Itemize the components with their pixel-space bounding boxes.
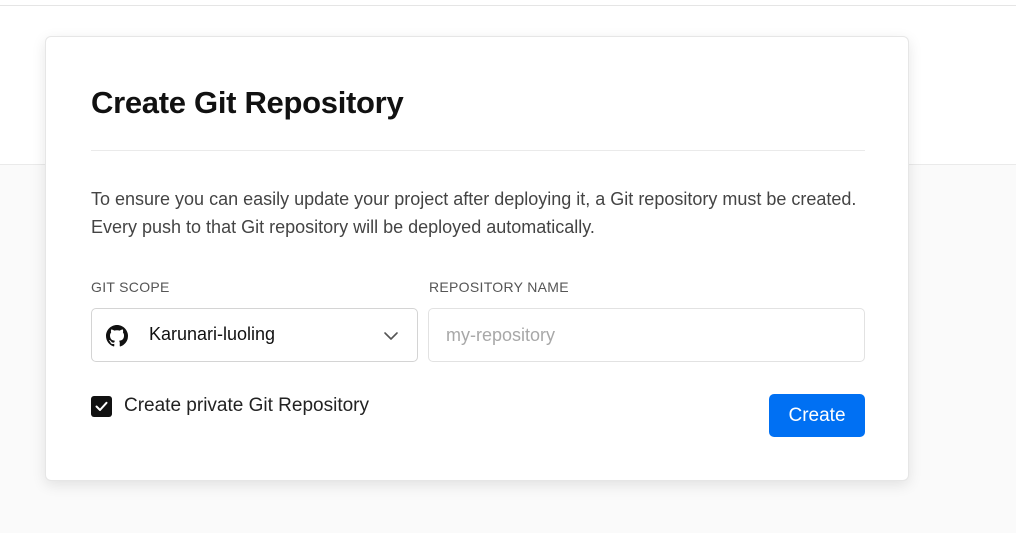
top-divider (0, 5, 1016, 6)
private-repository-checkbox[interactable] (91, 395, 112, 417)
private-repository-label: Create private Git Repository (124, 395, 369, 416)
dialog-title: Create Git Repository (91, 85, 404, 120)
create-git-repository-card: Create Git Repository To ensure you can … (45, 36, 909, 481)
dialog-description: To ensure you can easily update your pro… (91, 189, 857, 237)
git-scope-label: GIT SCOPE (91, 279, 170, 295)
repository-name-input[interactable] (428, 308, 865, 362)
git-scope-value: Karunari-luoling (149, 324, 276, 344)
chevron-down-icon (384, 332, 398, 340)
checkmark-icon (95, 401, 108, 411)
github-icon (106, 325, 128, 347)
create-button[interactable]: Create (769, 394, 865, 437)
git-scope-select[interactable]: Karunari-luoling (91, 308, 418, 362)
repository-name-label: REPOSITORY NAME (429, 279, 569, 295)
private-repository-option[interactable]: Create private Git Repository (91, 394, 369, 418)
title-divider (91, 150, 865, 151)
